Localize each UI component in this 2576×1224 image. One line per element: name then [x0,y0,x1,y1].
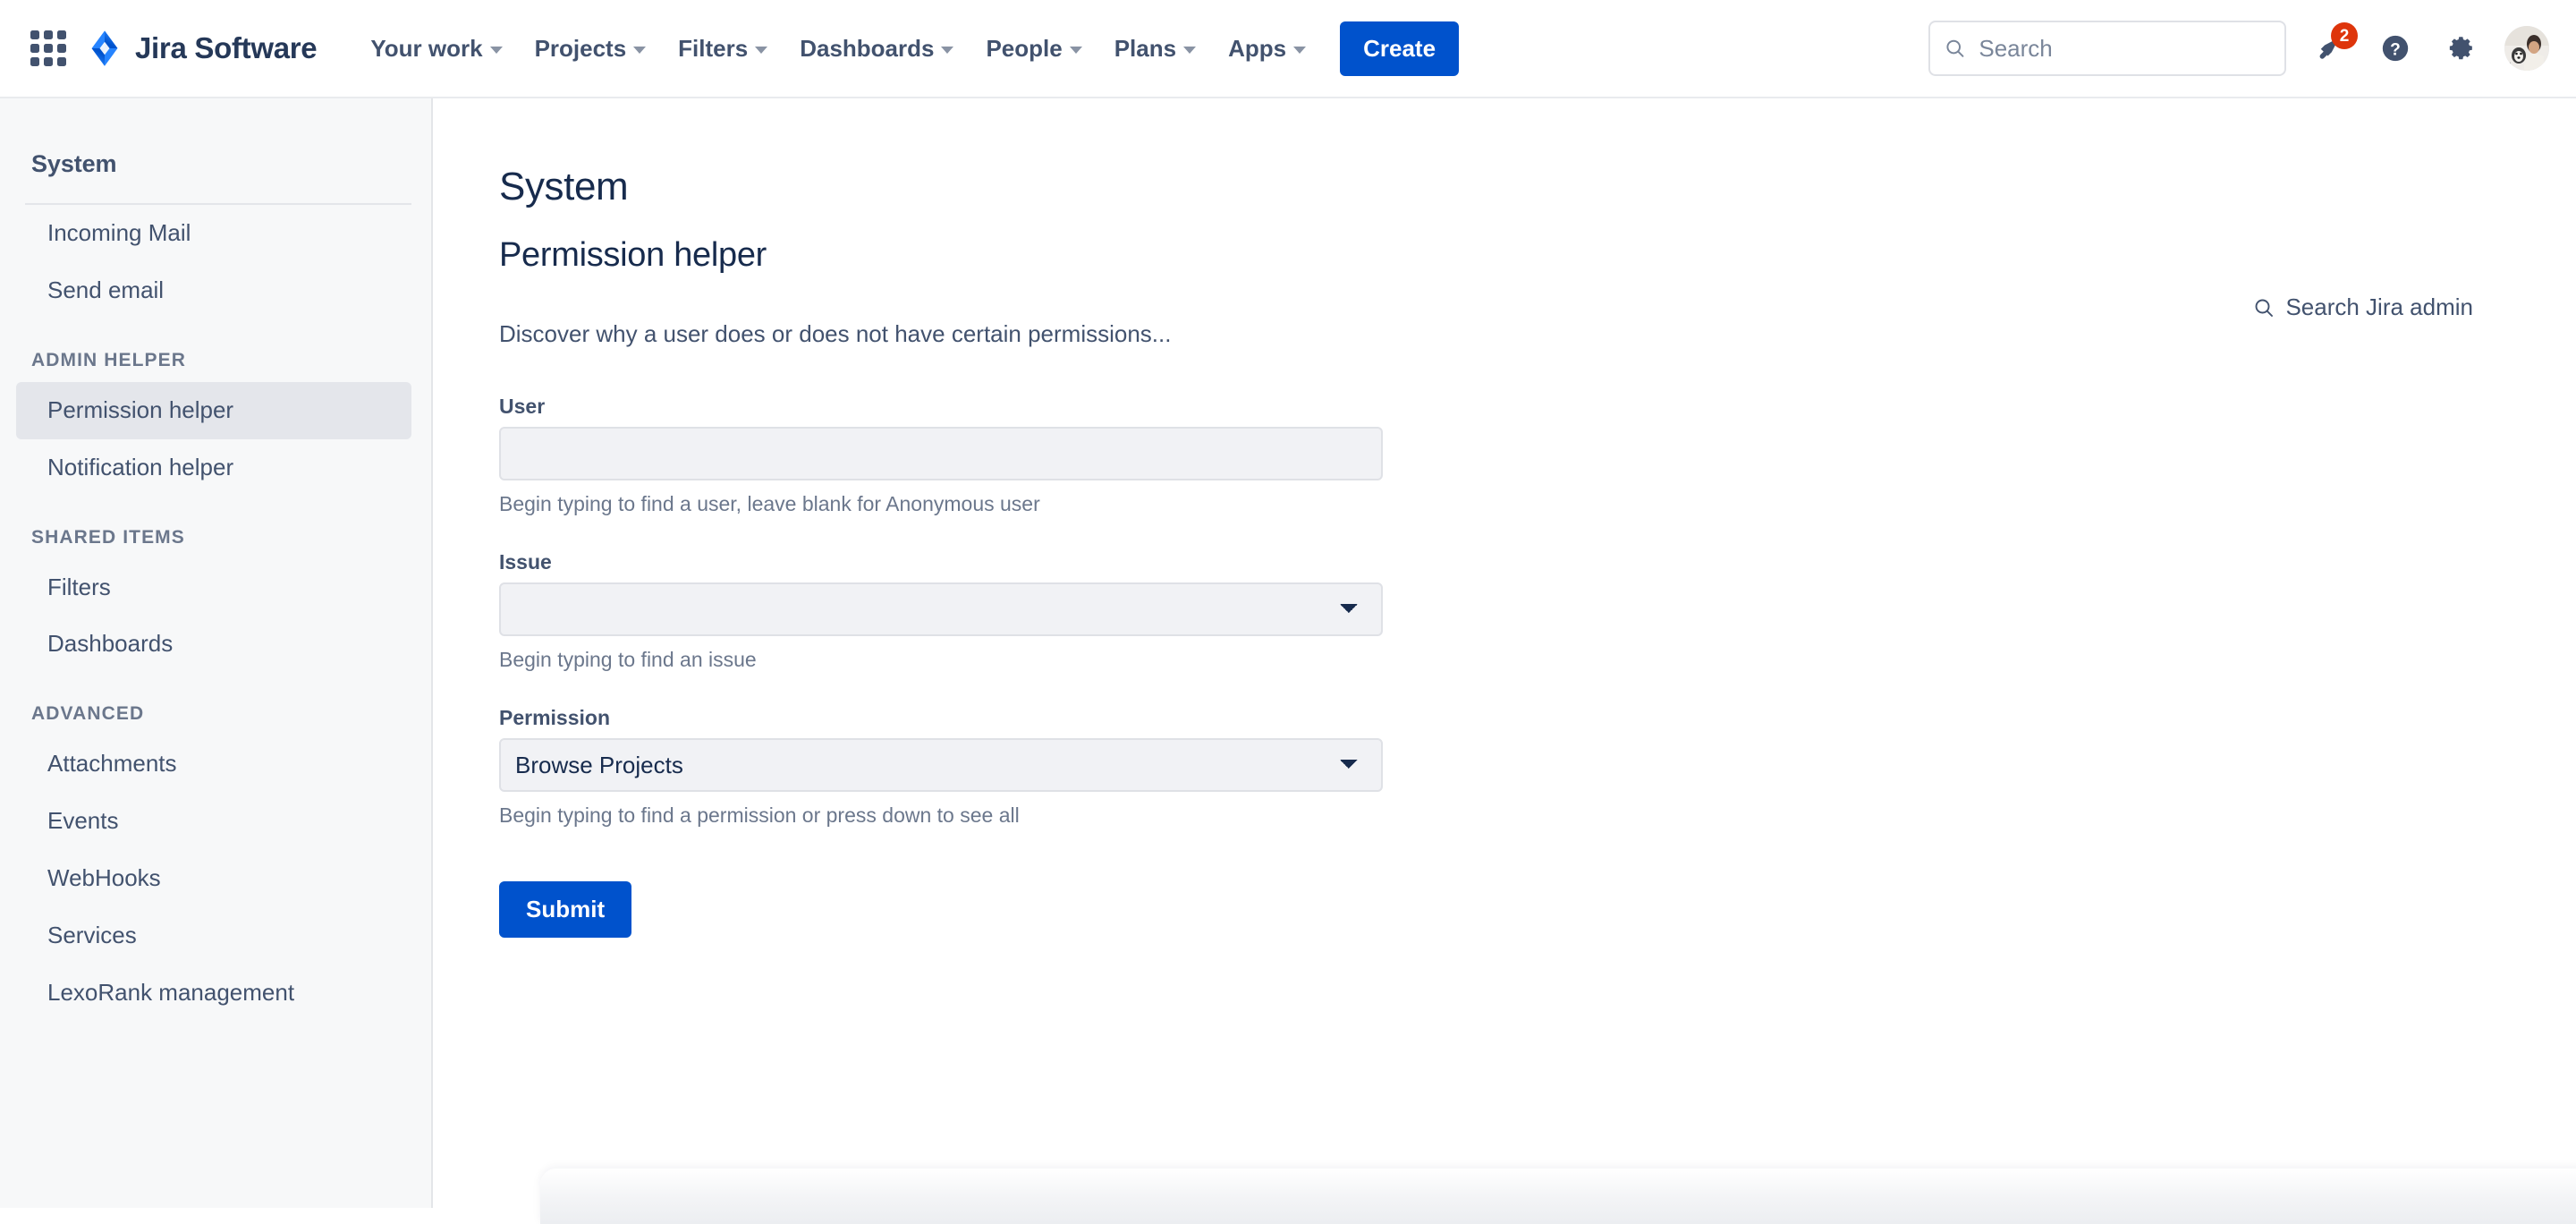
field-block-user: User Begin typing to find a user, leave … [499,395,2576,518]
page-title: System [499,166,2576,208]
sidebar-section-shared-items: SHARED ITEMS [0,497,431,559]
grid-dot [44,30,53,39]
sidebar-section-admin-helper: ADMIN HELPER [0,319,431,382]
sidebar-item-dashboards[interactable]: Dashboards [16,616,411,673]
permission-select[interactable]: Browse Projects [499,738,1383,792]
grid-dot [30,30,39,39]
nav-right-group: 2 ? [1928,21,2576,76]
nav-item-projects[interactable]: Projects [519,23,663,74]
sidebar-item-events[interactable]: Events [16,793,411,850]
sidebar-item-services[interactable]: Services [16,907,411,965]
page-description: Discover why a user does or does not hav… [499,319,2576,350]
chevron-down-icon [633,47,646,54]
settings-button[interactable] [2438,25,2485,72]
sidebar-item-attachments[interactable]: Attachments [16,735,411,793]
create-button[interactable]: Create [1340,21,1459,76]
sidebar-item-webhooks[interactable]: WebHooks [16,850,411,907]
content-container: System Permission helper Discover why a … [435,98,2576,938]
nav-item-plans[interactable]: Plans [1098,23,1212,74]
grid-dot [44,57,53,66]
grid-dot [57,44,66,53]
sidebar-item-lexorank-management[interactable]: LexoRank management [16,965,411,1022]
grid-dot [30,57,39,66]
help-question-icon: ? [2380,33,2411,64]
nav-item-apps[interactable]: Apps [1212,23,1322,74]
permission-field-hint: Begin typing to find a permission or pre… [499,803,2576,829]
sidebar-item-notification-helper[interactable]: Notification helper [16,439,411,497]
permission-field-label: Permission [499,706,2576,730]
sidebar-item-permission-helper[interactable]: Permission helper [16,382,411,439]
user-field-hint: Begin typing to find a user, leave blank… [499,491,2576,518]
nav-menu-items: Your work Projects Filters Dashboards Pe… [354,21,1459,76]
submit-button[interactable]: Submit [499,881,631,938]
sidebar-section-advanced: ADVANCED [0,673,431,735]
nav-item-label: Your work [370,35,482,63]
search-icon [1945,37,1965,60]
search-input[interactable] [1977,34,2270,64]
user-avatar[interactable] [2504,26,2549,71]
global-search-box[interactable] [1928,21,2286,76]
issue-select[interactable] [499,582,1383,636]
notification-badge: 2 [2331,22,2358,49]
svg-text:?: ? [2390,40,2401,59]
user-field-label: User [499,395,2576,419]
sidebar-item-filters[interactable]: Filters [16,559,411,616]
page-subtitle: Permission helper [499,237,2576,275]
search-jira-admin-link[interactable]: Search Jira admin [2253,293,2473,321]
nav-item-label: Plans [1114,35,1176,63]
sidebar-title: System [0,98,431,178]
help-button[interactable]: ? [2372,25,2419,72]
avatar-photo [2504,26,2549,71]
field-block-permission: Permission Browse Projects Begin typing … [499,706,2576,829]
issue-field-hint: Begin typing to find an issue [499,647,2576,674]
grid-dot [57,30,66,39]
grid-dot [57,57,66,66]
nav-item-label: Projects [535,35,627,63]
nav-item-your-work[interactable]: Your work [354,23,518,74]
issue-field-label: Issue [499,550,2576,574]
main-content-area: Search Jira admin System Permission help… [435,98,2576,1208]
search-jira-admin-label: Search Jira admin [2285,293,2473,321]
chevron-down-icon [1293,47,1306,54]
nav-item-label: Filters [678,35,748,63]
nav-item-label: Apps [1228,35,1286,63]
notifications-button[interactable]: 2 [2306,25,2352,72]
grid-dot [30,44,39,53]
search-icon [2253,297,2275,319]
nav-item-label: Dashboards [800,35,934,63]
grid-dot [44,44,53,53]
chevron-down-icon [1070,47,1082,54]
nav-item-filters[interactable]: Filters [662,23,784,74]
sidebar-item-send-email[interactable]: Send email [16,262,411,319]
nav-item-label: People [986,35,1062,63]
grid-apps-icon[interactable] [27,27,70,70]
chevron-down-icon [941,47,953,54]
field-block-issue: Issue Begin typing to find an issue [499,550,2576,674]
chevron-down-icon [490,47,503,54]
nav-item-dashboards[interactable]: Dashboards [784,23,970,74]
gear-settings-icon [2446,33,2477,64]
brand-name: Jira Software [135,31,317,65]
jira-logo-icon [86,30,123,67]
admin-sidebar: System Incoming Mail Send email ADMIN HE… [0,98,433,1208]
chevron-down-icon [1183,47,1196,54]
chevron-down-icon [755,47,767,54]
nav-left-group: Jira Software Your work Projects Filters… [0,0,1459,97]
permission-helper-form: User Begin typing to find a user, leave … [499,395,2576,938]
user-input[interactable] [499,427,1383,480]
top-navigation-bar: Jira Software Your work Projects Filters… [0,0,2576,98]
nav-item-people[interactable]: People [970,23,1097,74]
sidebar-item-list: Incoming Mail Send email ADMIN HELPER Pe… [0,205,431,1022]
jira-software-brand[interactable]: Jira Software [86,30,317,67]
bottom-floating-panel [540,1169,2576,1224]
sidebar-item-incoming-mail[interactable]: Incoming Mail [16,205,411,262]
